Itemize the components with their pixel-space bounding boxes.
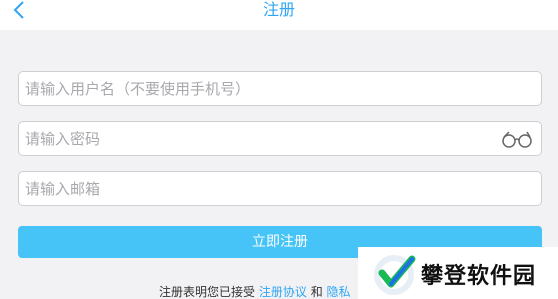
privacy-link[interactable]: 隐私 [327,285,351,299]
terms-notice: 注册表明您已接受 注册协议 和 隐私 [159,283,351,299]
top-bar: 注册 [0,0,558,30]
email-field[interactable] [18,171,542,206]
username-input[interactable] [19,72,489,105]
terms-prefix: 注册表明您已接受 [159,285,256,299]
watermark-badge: 攀登软件园 [358,247,558,299]
watermark-text: 攀登软件园 [421,264,537,289]
agreement-link[interactable]: 注册协议 [259,285,307,299]
password-field[interactable] [18,121,542,156]
terms-and: 和 [310,285,323,299]
email-input[interactable] [19,172,489,205]
page-title: 注册 [262,0,295,19]
password-input[interactable] [19,122,489,155]
checkmark-logo-icon [374,255,416,295]
username-field[interactable] [18,71,542,106]
glasses-icon[interactable] [501,130,533,148]
